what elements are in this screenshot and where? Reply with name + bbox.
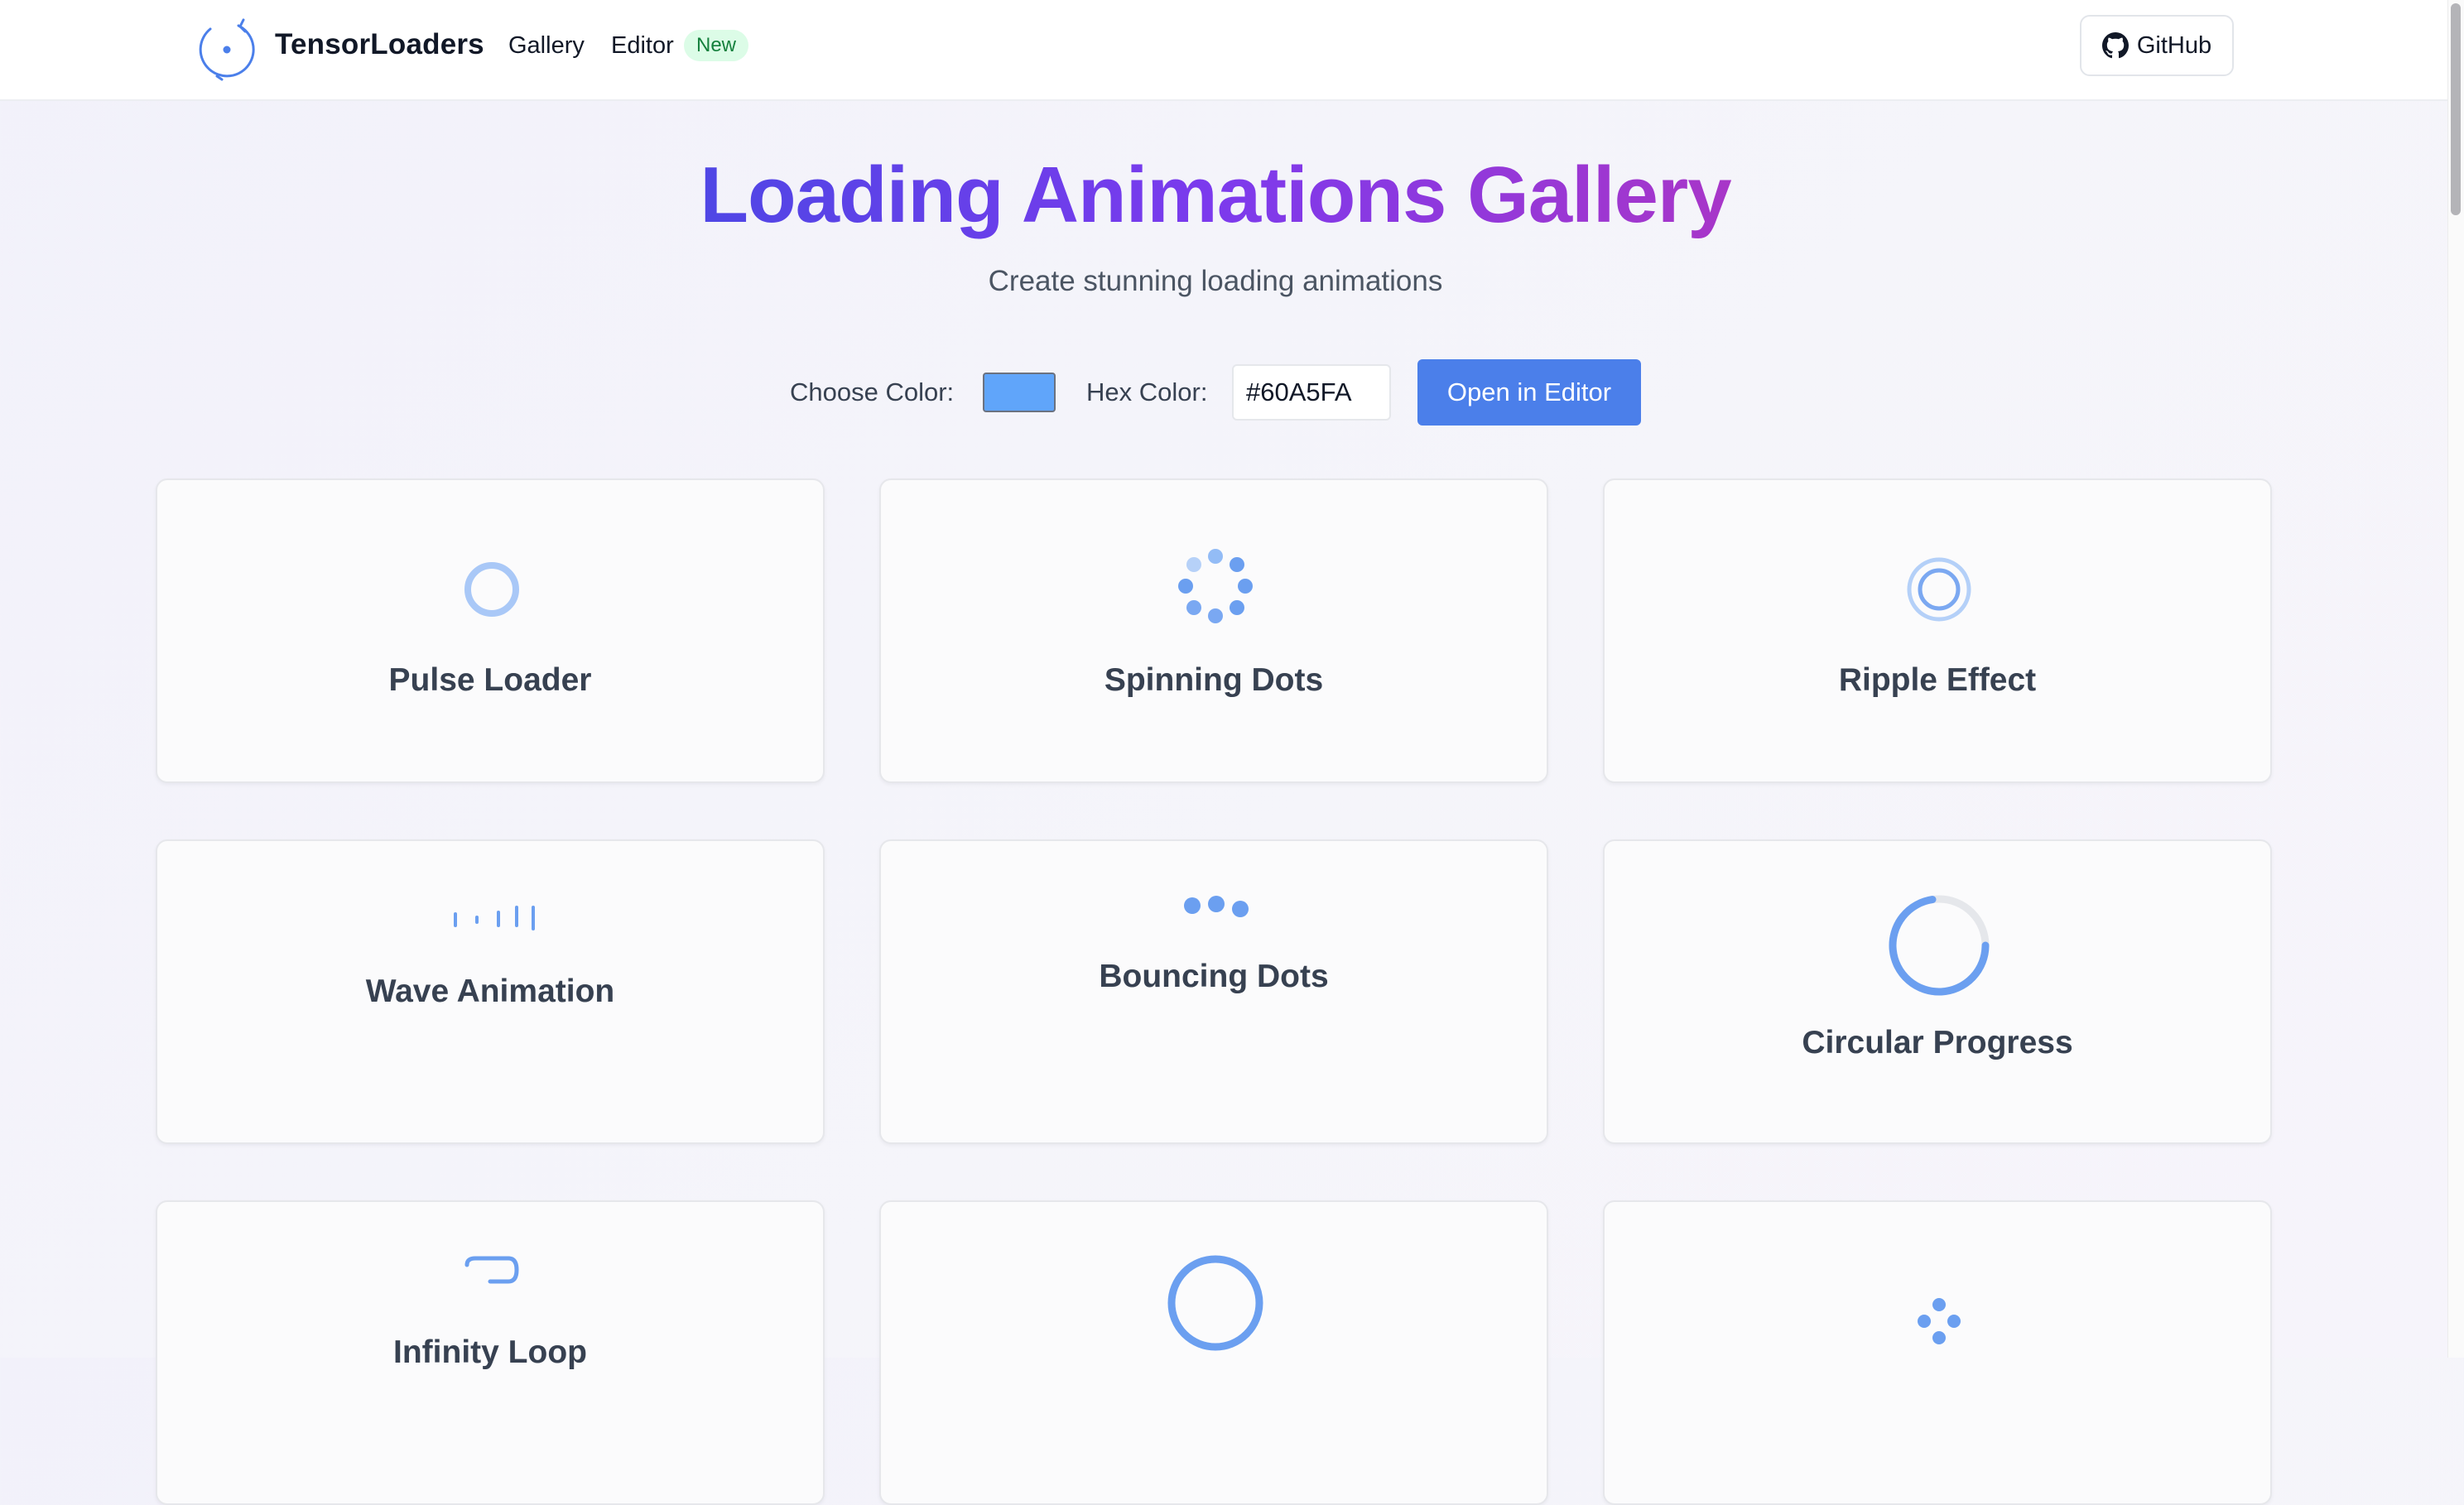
github-icon	[2101, 32, 2129, 59]
card-bouncing-dots[interactable]: Bouncing Dots	[879, 839, 1548, 1144]
brand-name[interactable]: TensorLoaders	[275, 28, 484, 61]
hex-color-label: Hex Color:	[1086, 377, 1208, 406]
card-title: Wave Animation	[365, 974, 615, 1009]
hex-color-input[interactable]	[1232, 364, 1391, 421]
page-subtitle: Create stunning loading animations	[988, 265, 1443, 297]
card-pulse-loader[interactable]: Pulse Loader	[156, 478, 825, 783]
card-title: Infinity Loop	[393, 1334, 587, 1370]
card-dot-cluster[interactable]	[1603, 1200, 2272, 1505]
color-picker[interactable]	[983, 373, 1056, 412]
infinity-loop-animation	[464, 1256, 519, 1284]
card-title: Ripple Effect	[1838, 662, 2037, 698]
new-badge: New	[684, 30, 749, 61]
card-ripple-effect[interactable]: Ripple Effect	[1603, 478, 2272, 783]
github-label: GitHub	[2136, 31, 2212, 59]
wave-animation	[454, 906, 535, 930]
card-title: Pulse Loader	[388, 662, 592, 698]
choose-color-label: Choose Color:	[790, 377, 955, 406]
card-title: Spinning Dots	[1104, 662, 1324, 698]
github-button[interactable]: GitHub	[2080, 15, 2234, 76]
loader-logo-icon[interactable]	[192, 15, 262, 84]
spinning-dots-animation	[1178, 549, 1253, 623]
circular-progress-animation	[1889, 895, 1990, 996]
ring-loader-animation	[1167, 1255, 1263, 1351]
page-title: Loading Animations Gallery	[700, 151, 1731, 239]
top-navbar: TensorLoaders Gallery Editor New GitHub	[0, 0, 2447, 101]
nav-editor-link[interactable]: Editor	[611, 32, 674, 60]
card-ring-loader[interactable]	[879, 1200, 1548, 1505]
pulse-loader-animation	[464, 562, 519, 617]
card-title: Bouncing Dots	[1099, 959, 1329, 994]
bouncing-dots-animation	[1184, 896, 1249, 917]
dot-cluster-animation	[1918, 1298, 1961, 1344]
nav-gallery-link[interactable]: Gallery	[508, 32, 585, 60]
scrollbar-thumb[interactable]	[2451, 3, 2461, 215]
card-title: Circular Progress	[1802, 1025, 2073, 1060]
card-spinning-dots[interactable]: Spinning Dots	[879, 478, 1548, 783]
card-circular-progress[interactable]: Circular Progress	[1603, 839, 2272, 1144]
open-in-editor-button[interactable]: Open in Editor	[1417, 359, 1641, 426]
card-infinity-loop[interactable]: Infinity Loop	[156, 1200, 825, 1505]
card-wave-animation[interactable]: Wave Animation	[156, 839, 825, 1144]
ripple-effect-animation	[1907, 557, 1971, 622]
